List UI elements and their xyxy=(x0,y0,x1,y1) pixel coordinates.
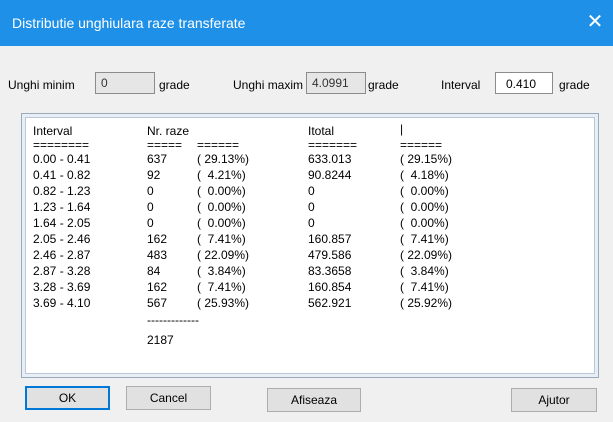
table-cell: 0.41 - 0.82 xyxy=(33,168,91,182)
table-cell: 2.05 - 2.46 xyxy=(33,232,91,246)
help-button[interactable]: Ajutor xyxy=(511,388,597,412)
min-angle-label: Unghi minim xyxy=(8,78,75,92)
sep-5: ====== xyxy=(400,138,443,152)
table-cell: 162 xyxy=(147,280,168,294)
table-cell: ( 0.00%) xyxy=(400,200,449,214)
results-text: Interval Nr. raze Itotal | ======== ====… xyxy=(25,117,595,374)
params-row: Unghi minim 0 grade Unghi maxim 4.0991 g… xyxy=(0,68,613,98)
window-title: Distributie unghiulara raze transferate xyxy=(12,15,246,31)
table-cell: 2.87 - 3.28 xyxy=(33,264,91,278)
interval-unit-label: grade xyxy=(559,78,590,92)
header-itotal: Itotal xyxy=(308,124,335,138)
table-cell: 0.82 - 1.23 xyxy=(33,184,91,198)
table-cell: 90.8244 xyxy=(308,168,352,182)
table-cell: ( 0.00%) xyxy=(400,184,449,198)
table-cell: 633.013 xyxy=(308,152,352,166)
table-cell: 162 xyxy=(147,232,168,246)
sep-1: ======== xyxy=(33,138,90,152)
show-button[interactable]: Afiseaza xyxy=(267,388,361,412)
max-angle-label: Unghi maxim xyxy=(233,78,304,92)
table-cell: 1.64 - 2.05 xyxy=(33,216,91,230)
table-cell: ( 3.84%) xyxy=(197,264,246,278)
table-cell: 3.69 - 4.10 xyxy=(33,296,91,310)
table-cell: 0 xyxy=(308,200,315,214)
table-cell: ( 3.84%) xyxy=(400,264,449,278)
interval-label: Interval xyxy=(441,78,481,92)
table-cell: ( 7.41%) xyxy=(400,280,449,294)
max-angle-field[interactable]: 4.0991 xyxy=(306,72,366,94)
table-cell: ( 0.00%) xyxy=(400,216,449,230)
min-angle-field[interactable]: 0 xyxy=(95,72,155,94)
sep-2: ===== xyxy=(147,138,183,152)
table-cell: ( 22.09%) xyxy=(400,248,453,262)
sep-3: ====== xyxy=(197,138,240,152)
close-icon[interactable]: ✕ xyxy=(585,12,605,32)
table-cell: ( 4.18%) xyxy=(400,168,449,182)
table-cell: ( 22.09%) xyxy=(197,248,250,262)
table-cell: ( 25.93%) xyxy=(197,296,250,310)
ok-button[interactable]: OK xyxy=(25,386,110,410)
total-count: 2187 xyxy=(147,333,174,347)
table-cell: 92 xyxy=(147,168,161,182)
table-cell: 0 xyxy=(308,184,315,198)
table-cell: 83.3658 xyxy=(308,264,352,278)
results-panel: Interval Nr. raze Itotal | ======== ====… xyxy=(21,113,599,378)
title-bar: Distributie unghiulara raze transferate … xyxy=(0,0,613,46)
text-cursor: | xyxy=(400,122,404,136)
table-cell: ( 7.41%) xyxy=(400,232,449,246)
table-cell: 1.23 - 1.64 xyxy=(33,200,91,214)
max-unit-label: grade xyxy=(368,78,399,92)
table-cell: 84 xyxy=(147,264,161,278)
table-cell: 483 xyxy=(147,248,168,262)
cancel-button[interactable]: Cancel xyxy=(126,386,211,410)
table-cell: ( 25.92%) xyxy=(400,296,453,310)
total-separator: ------------- xyxy=(147,313,199,327)
table-cell: 479.586 xyxy=(308,248,352,262)
table-cell: 0.00 - 0.41 xyxy=(33,152,91,166)
table-cell: 0 xyxy=(147,200,154,214)
table-cell: ( 7.41%) xyxy=(197,232,246,246)
table-cell: ( 29.13%) xyxy=(197,152,250,166)
header-interval: Interval xyxy=(33,124,73,138)
table-cell: ( 0.00%) xyxy=(197,200,246,214)
table-cell: 2.46 - 2.87 xyxy=(33,248,91,262)
header-nr-raze: Nr. raze xyxy=(147,124,190,138)
table-cell: 3.28 - 3.69 xyxy=(33,280,91,294)
table-cell: ( 29.15%) xyxy=(400,152,453,166)
table-cell: 160.857 xyxy=(308,232,352,246)
sep-4: ======= xyxy=(308,138,358,152)
interval-field[interactable]: 0.410 xyxy=(495,72,553,94)
table-cell: 637 xyxy=(147,152,168,166)
table-cell: 160.854 xyxy=(308,280,352,294)
table-cell: ( 0.00%) xyxy=(197,184,246,198)
table-cell: 567 xyxy=(147,296,168,310)
table-cell: 0 xyxy=(147,216,154,230)
table-cell: 0 xyxy=(308,216,315,230)
table-cell: ( 0.00%) xyxy=(197,216,246,230)
table-cell: 0 xyxy=(147,184,154,198)
min-unit-label: grade xyxy=(159,78,190,92)
table-cell: 562.921 xyxy=(308,296,352,310)
table-cell: ( 4.21%) xyxy=(197,168,246,182)
table-cell: ( 7.41%) xyxy=(197,280,246,294)
